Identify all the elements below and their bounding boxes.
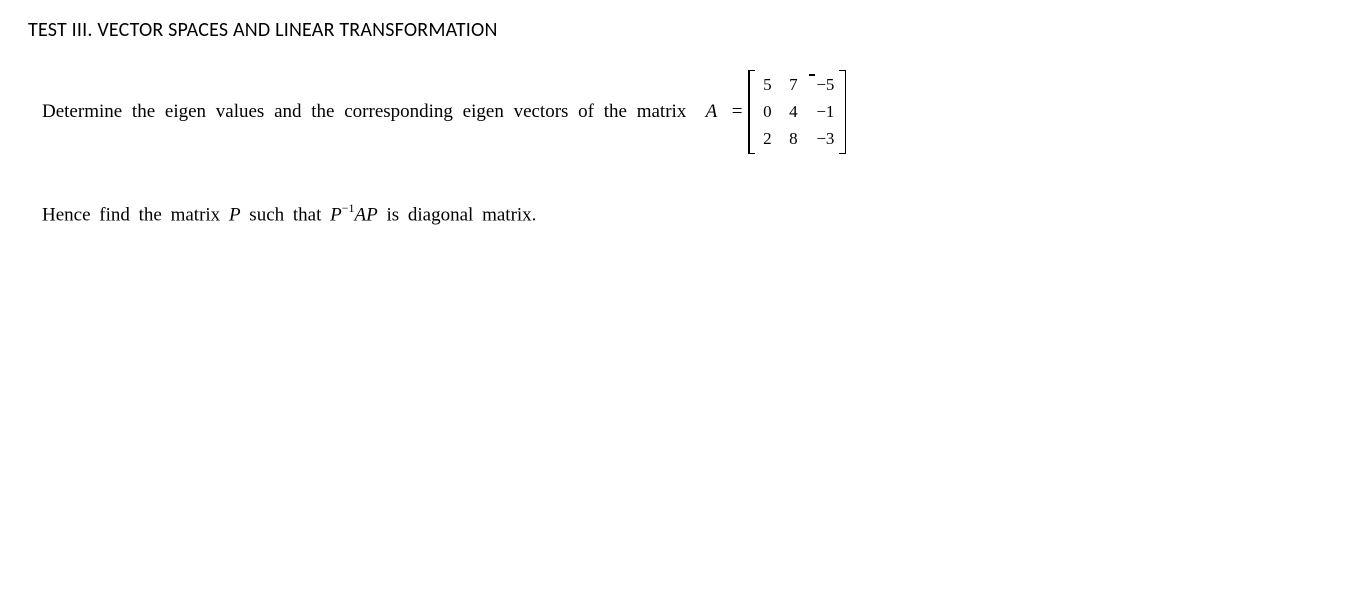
symbol-A: A (355, 204, 367, 225)
matrix-cell: −1 (812, 102, 834, 122)
problem-text: Determine the eigen values and the corre… (42, 101, 686, 122)
hence-text-1: Hence find the matrix (42, 204, 229, 225)
matrix-cell: −5 (812, 75, 834, 95)
document-page: TEST III. VECTOR SPACES AND LINEAR TRANS… (0, 0, 1360, 244)
matrix-cell: 5 (760, 75, 774, 95)
matrix-left-bracket (748, 70, 756, 154)
matrix-grid: 5 7 −5 0 4 −1 2 8 −3 (756, 70, 838, 154)
symbol-P-right: P (366, 204, 378, 225)
symbol-P-inverse-P: P (330, 204, 342, 225)
matrix-cell: 7 (786, 75, 800, 95)
matrix-cell: 2 (760, 129, 774, 149)
equals-sign: = (732, 101, 743, 122)
matrix-A: 5 7 −5 0 4 −1 2 8 −3 (748, 70, 846, 154)
exponent-neg1: −1 (342, 201, 355, 215)
hence-text-3: is diagonal matrix. (378, 204, 537, 225)
problem-line-2: Hence find the matrix P such that P−1AP … (42, 202, 1332, 226)
matrix-cell: 4 (786, 102, 800, 122)
matrix-cell: 0 (760, 102, 774, 122)
document-title: TEST III. VECTOR SPACES AND LINEAR TRANS… (28, 18, 1332, 42)
matrix-symbol-A: A (706, 101, 718, 122)
matrix-cell: 8 (786, 129, 800, 149)
problem-text-prefix: Determine the eigen values and the corre… (42, 101, 742, 123)
symbol-P: P (229, 204, 241, 225)
matrix-cell: −3 (812, 129, 834, 149)
hence-text-2: such that (241, 204, 331, 225)
problem-line-1: Determine the eigen values and the corre… (42, 70, 1332, 154)
matrix-right-bracket (838, 70, 846, 154)
